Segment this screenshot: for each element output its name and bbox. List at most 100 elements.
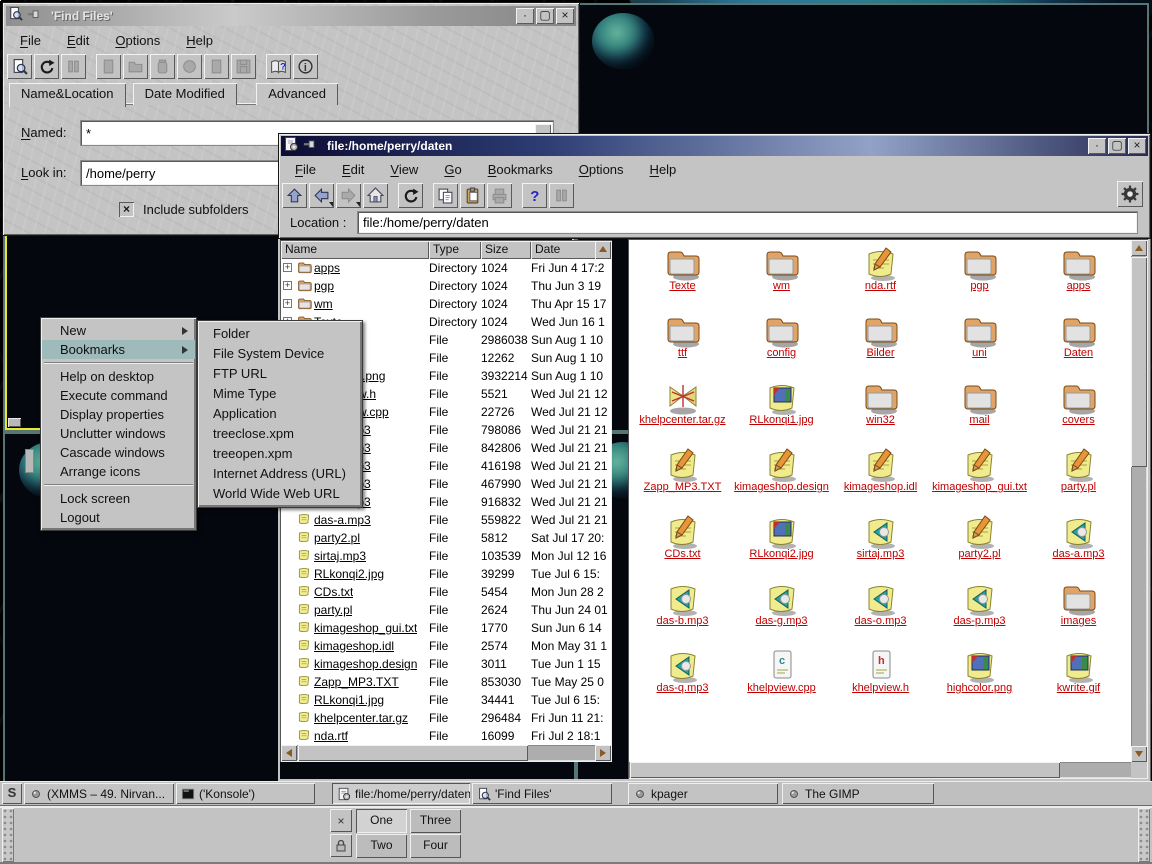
- scroll-right-button[interactable]: [595, 745, 611, 761]
- task-button-5[interactable]: kpager: [628, 783, 778, 804]
- table-row[interactable]: das-a.mp3File559822Wed Jul 21 21: [281, 511, 611, 529]
- find-files-titlebar[interactable]: 'Find Files' · ▢ ×: [6, 6, 576, 26]
- menu-item-new[interactable]: New: [42, 321, 195, 340]
- file-icon-mail[interactable]: mail: [932, 378, 1027, 444]
- file-icon-das-b-mp3[interactable]: das-b.mp3: [635, 579, 730, 645]
- file-icon-Daten[interactable]: Daten: [1031, 311, 1126, 377]
- submenu-item-folder[interactable]: Folder: [199, 324, 361, 344]
- file-name[interactable]: kimageshop.idl: [314, 639, 394, 653]
- icon-horizontal-scrollbar[interactable]: [629, 762, 1132, 778]
- file-icon-RLkonqi1-jpg[interactable]: RLkonqi1.jpg: [734, 378, 829, 444]
- home-button[interactable]: [363, 183, 388, 208]
- kfm-menu-file[interactable]: File: [282, 159, 329, 180]
- kfm-menu-go[interactable]: Go: [431, 159, 474, 180]
- desktop-button-three[interactable]: Three: [410, 809, 461, 833]
- table-row[interactable]: khelpcenter.tar.gzFile296484Fri Jun 11 2…: [281, 709, 611, 727]
- paste-button[interactable]: [460, 183, 485, 208]
- table-row[interactable]: kimageshop.designFile3011Tue Jun 1 15: [281, 655, 611, 673]
- submenu-item-ftp-url[interactable]: FTP URL: [199, 364, 361, 384]
- table-row[interactable]: sirtaj.mp3File103539Mon Jul 12 16: [281, 547, 611, 565]
- kde-gear-logo-button[interactable]: [1117, 181, 1143, 207]
- file-icon-kwrite-gif[interactable]: kwrite.gif: [1031, 646, 1126, 712]
- file-name[interactable]: CDs.txt: [314, 585, 353, 599]
- arrow-forward-button[interactable]: [336, 183, 361, 208]
- submenu-item-file-system-device[interactable]: File System Device: [199, 344, 361, 364]
- file-icon-party-pl[interactable]: party.pl: [1031, 445, 1126, 511]
- submenu-item-mime-type[interactable]: Mime Type: [199, 384, 361, 404]
- table-row[interactable]: kimageshop.idlFile2574Mon May 31 1: [281, 637, 611, 655]
- document-button[interactable]: [96, 54, 121, 79]
- arrow-back-button[interactable]: [309, 183, 334, 208]
- task-button-6[interactable]: The GIMP: [782, 783, 934, 804]
- icon-vertical-scrollbar[interactable]: [1131, 240, 1147, 762]
- find-files-menu-options[interactable]: Options: [102, 30, 173, 51]
- copy-button[interactable]: [433, 183, 458, 208]
- file-name[interactable]: kimageshop.design: [314, 657, 417, 671]
- menu-item-help-on-desktop[interactable]: Help on desktop: [42, 367, 195, 386]
- table-row[interactable]: party.plFile2624Thu Jun 24 01: [281, 601, 611, 619]
- file-icon-pgp[interactable]: pgp: [932, 244, 1027, 310]
- stop-button[interactable]: [61, 54, 86, 79]
- table-row[interactable]: +pgpDirectory1024Thu Jun 3 19: [281, 277, 611, 295]
- file-icon-Texte[interactable]: Texte: [635, 244, 730, 310]
- folder-plain-button[interactable]: [123, 54, 148, 79]
- sticky-button[interactable]: ·: [1088, 138, 1106, 154]
- expander-icon[interactable]: +: [283, 299, 292, 308]
- file-icon-das-q-mp3[interactable]: das-q.mp3: [635, 646, 730, 712]
- menu-item-cascade-windows[interactable]: Cascade windows: [42, 443, 195, 462]
- expander-icon[interactable]: +: [283, 263, 292, 272]
- file-icon-ttf[interactable]: ttf: [635, 311, 730, 377]
- close-button[interactable]: ×: [556, 8, 574, 24]
- menu-item-arrange-icons[interactable]: Arrange icons: [42, 462, 195, 481]
- file-name[interactable]: sirtaj.mp3: [314, 549, 366, 563]
- find-files-menu-edit[interactable]: Edit: [54, 30, 102, 51]
- file-icon-khelpcenter-tar-gz[interactable]: khelpcenter.tar.gz: [635, 378, 730, 444]
- file-icon-highcolor-png[interactable]: highcolor.png: [932, 646, 1027, 712]
- menu-item-logout[interactable]: Logout: [42, 508, 195, 527]
- table-row[interactable]: RLkonqi1.jpgFile34441Tue Jul 6 15:: [281, 691, 611, 709]
- file-icon-das-p-mp3[interactable]: das-p.mp3: [932, 579, 1027, 645]
- file-icon-kimageshop-idl[interactable]: kimageshop.idl: [833, 445, 928, 511]
- location-input[interactable]: [358, 212, 1137, 233]
- file-icon-kimageshop-design[interactable]: kimageshop.design: [734, 445, 829, 511]
- include-subfolders-checkbox[interactable]: ×: [119, 202, 134, 217]
- file-icon-Zapp-MP3-TXT[interactable]: Zapp_MP3.TXT: [635, 445, 730, 511]
- tab-date-modified[interactable]: Date Modified: [133, 83, 237, 105]
- file-name[interactable]: RLkonqi1.jpg: [314, 693, 384, 707]
- table-row[interactable]: kimageshop_gui.txtFile1770Sun Jun 6 14: [281, 619, 611, 637]
- menu-item-display-properties[interactable]: Display properties: [42, 405, 195, 424]
- file-name[interactable]: khelpcenter.tar.gz: [314, 711, 408, 725]
- file-icon-wm[interactable]: wm: [734, 244, 829, 310]
- file-name[interactable]: party2.pl: [314, 531, 360, 545]
- table-row[interactable]: +wmDirectory1024Thu Apr 15 17: [281, 295, 611, 313]
- file-icon-CDs-txt[interactable]: CDs.txt: [635, 512, 730, 578]
- kfm-menu-edit[interactable]: Edit: [329, 159, 377, 180]
- file-icon-das-a-mp3[interactable]: das-a.mp3: [1031, 512, 1126, 578]
- file-icon-win32[interactable]: win32: [833, 378, 928, 444]
- file-icon-kimageshop-gui-txt[interactable]: kimageshop_gui.txt: [932, 445, 1027, 511]
- help-book-button[interactable]: ?: [266, 54, 291, 79]
- scroll-thumb[interactable]: [1131, 257, 1147, 467]
- taskbar-side-button[interactable]: S: [2, 783, 22, 804]
- maximize-button[interactable]: ▢: [1108, 138, 1126, 154]
- reload-button[interactable]: [398, 183, 423, 208]
- file-icon-Bilder[interactable]: Bilder: [833, 311, 928, 377]
- maximize-button[interactable]: ▢: [536, 8, 554, 24]
- kfm-menu-options[interactable]: Options: [566, 159, 637, 180]
- file-icon-uni[interactable]: uni: [932, 311, 1027, 377]
- file-name[interactable]: apps: [314, 261, 340, 275]
- table-row[interactable]: RLkonqi2.jpgFile39299Tue Jul 6 15:: [281, 565, 611, 583]
- file-name[interactable]: kimageshop_gui.txt: [314, 621, 417, 635]
- document-button[interactable]: [204, 54, 229, 79]
- file-name[interactable]: nda.rtf: [314, 729, 348, 743]
- scroll-left-button[interactable]: [281, 745, 297, 761]
- pager-mini-window[interactable]: [25, 449, 34, 473]
- task-button-3[interactable]: file:/home/perry/daten: [332, 783, 470, 804]
- task-button-2[interactable]: ('Konsole'): [176, 783, 315, 804]
- tree-scroll-up-button[interactable]: [595, 241, 611, 259]
- column-header-name[interactable]: Name: [281, 241, 429, 259]
- submenu-item-treeclose-xpm[interactable]: treeclose.xpm: [199, 424, 361, 444]
- pin-icon[interactable]: [27, 7, 41, 26]
- file-icon-RLkonqi2-jpg[interactable]: RLkonqi2.jpg: [734, 512, 829, 578]
- menu-item-unclutter-windows[interactable]: Unclutter windows: [42, 424, 195, 443]
